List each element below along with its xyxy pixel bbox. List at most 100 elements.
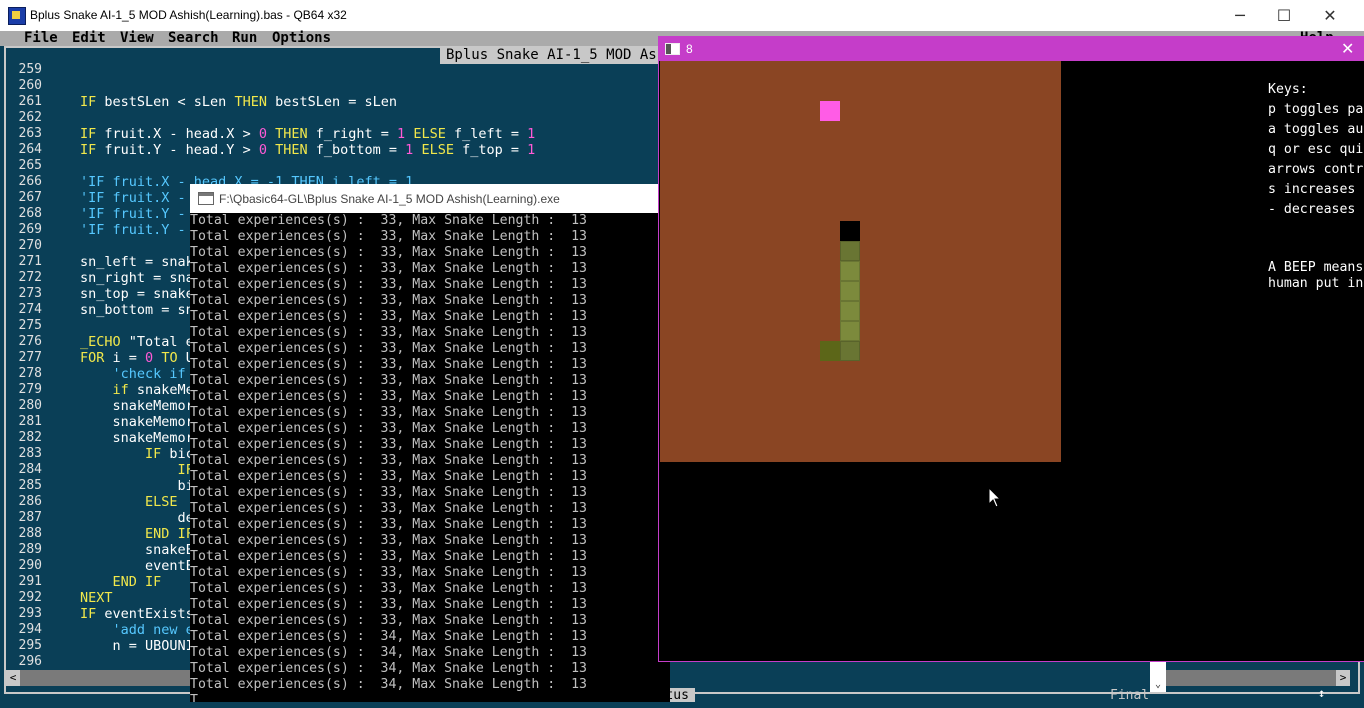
line-number: 275 (18, 318, 42, 333)
snake-head (840, 221, 860, 241)
console-line: Total experiences(s) : 34, Max Snake Len… (190, 661, 587, 676)
console-line: Total experiences(s) : 33, Max Snake Len… (190, 309, 587, 324)
horizontal-scrollbar-right[interactable]: > (1160, 670, 1350, 686)
qb64-titlebar: Bplus Snake AI-1_5 MOD Ashish(Learning).… (0, 0, 1364, 31)
menu-view[interactable]: View (120, 31, 154, 46)
console-title: F:\Qbasic64-GL\Bplus Snake AI-1_5 MOD As… (219, 192, 560, 206)
console-line: Total experiences(s) : 33, Max Snake Len… (190, 613, 587, 628)
line-number: 295 (18, 638, 42, 653)
close-button[interactable]: ✕ (1307, 0, 1353, 31)
console-line: Total experiences(s) : 33, Max Snake Len… (190, 341, 587, 356)
console-line: Total experiences(s) : 33, Max Snake Len… (190, 501, 587, 516)
line-number: 271 (18, 254, 42, 269)
line-number: 259 (18, 62, 42, 77)
console-line: Total experiences(s) : 33, Max Snake Len… (190, 357, 587, 372)
line-number: 273 (18, 286, 42, 301)
menu-search[interactable]: Search (168, 31, 219, 46)
line-number: 278 (18, 366, 42, 381)
line-number: 265 (18, 158, 42, 173)
line-number: 292 (18, 590, 42, 605)
line-number: 294 (18, 622, 42, 637)
line-number: 260 (18, 78, 42, 93)
game-titlebar: 8 ✕ (659, 36, 1364, 61)
game-window[interactable]: 8 ✕ Keys: p toggles pause a toggles auto… (658, 36, 1364, 662)
line-number: 286 (18, 494, 42, 509)
console-line: Total experiences(s) : 33, Max Snake Len… (190, 405, 587, 420)
console-line: Total experiences(s) : 33, Max Snake Len… (190, 533, 587, 548)
game-board[interactable] (660, 61, 1061, 462)
snake-segment (840, 261, 860, 281)
snake-tail (820, 341, 840, 361)
horizontal-scrollbar[interactable]: < (6, 670, 190, 686)
line-number: 285 (18, 478, 42, 493)
game-title: 8 (686, 42, 693, 56)
console-line: Total experiences(s) : 33, Max Snake Len… (190, 485, 587, 500)
snake-segment (840, 301, 860, 321)
menu-file[interactable]: File (24, 31, 58, 46)
console-line: Total experiences(s) : 33, Max Snake Len… (190, 437, 587, 452)
code-line[interactable]: IF fruit.X - head.X > 0 THEN f_right = 1… (80, 126, 535, 142)
menu-options[interactable]: Options (272, 31, 331, 46)
snake-segment (840, 321, 860, 341)
console-line: Total experiences(s) : 33, Max Snake Len… (190, 389, 587, 404)
menu-run[interactable]: Run (232, 31, 257, 46)
console-line: Total experiences(s) : 33, Max Snake Len… (190, 261, 587, 276)
console-window[interactable]: F:\Qbasic64-GL\Bplus Snake AI-1_5 MOD As… (190, 184, 670, 702)
line-number: 269 (18, 222, 42, 237)
scroll-left-arrow-icon[interactable]: < (6, 670, 20, 686)
qb64-app-icon (8, 7, 26, 25)
code-line[interactable]: IF fruit.Y - head.Y > 0 THEN f_bottom = … (80, 142, 535, 158)
console-line: Total experiences(s) : 33, Max Snake Len… (190, 565, 587, 580)
console-line: Total experiences(s) : 33, Max Snake Len… (190, 517, 587, 532)
line-number: 288 (18, 526, 42, 541)
line-number: 296 (18, 654, 42, 669)
console-line: Total experiences(s) : 33, Max Snake Len… (190, 581, 587, 596)
line-number: 263 (18, 126, 42, 141)
game-app-icon (665, 43, 680, 55)
console-line: Total experiences(s) : 33, Max Snake Len… (190, 373, 587, 388)
console-titlebar: F:\Qbasic64-GL\Bplus Snake AI-1_5 MOD As… (190, 184, 670, 213)
snake-segment (840, 281, 860, 301)
maximize-button[interactable]: ☐ (1261, 0, 1307, 31)
mouse-pointer-icon (988, 487, 1002, 508)
line-number: 264 (18, 142, 42, 157)
fruit (820, 101, 840, 121)
line-number: 284 (18, 462, 42, 477)
line-number: 276 (18, 334, 42, 349)
console-line: Total experiences(s) : 33, Max Snake Len… (190, 453, 587, 468)
code-line[interactable] (80, 62, 535, 78)
line-number: 274 (18, 302, 42, 317)
console-line: Total experiences(s) : 33, Max Snake Len… (190, 469, 587, 484)
line-number: 293 (18, 606, 42, 621)
snake-segment (840, 341, 860, 361)
code-line[interactable] (80, 78, 535, 94)
minimize-button[interactable]: ─ (1217, 0, 1263, 31)
line-number: 262 (18, 110, 42, 125)
keys-help-text: Keys: p toggles pause a toggles auto q o… (1268, 82, 1364, 217)
line-number: 287 (18, 510, 42, 525)
code-line[interactable] (80, 158, 535, 174)
line-number: 281 (18, 414, 42, 429)
menu-edit[interactable]: Edit (72, 31, 106, 46)
scroll-right-arrow-icon[interactable]: > (1336, 670, 1350, 686)
console-scroll-down-icon[interactable]: ⌄ (1150, 662, 1166, 692)
code-line[interactable]: IF bestSLen < sLen THEN bestSLen = sLen (80, 94, 535, 110)
line-number: 289 (18, 542, 42, 557)
console-line: Total experiences(s) : 34, Max Snake Len… (190, 629, 587, 644)
console-line: Total experiences(s) : 33, Max Snake Len… (190, 421, 587, 436)
code-line[interactable] (80, 110, 535, 126)
line-number: 291 (18, 574, 42, 589)
line-number: 268 (18, 206, 42, 221)
console-line: Total experiences(s) : 34, Max Snake Len… (190, 645, 587, 660)
console-line: Total experiences(s) : 33, Max Snake Len… (190, 597, 587, 612)
snake-segment (840, 241, 860, 261)
game-close-button[interactable]: ✕ (1341, 39, 1354, 58)
console-line: Total experiences(s) : 33, Max Snake Len… (190, 229, 587, 244)
scroll-position-icon[interactable]: ↕ (1318, 686, 1325, 700)
beep-note-text: A BEEP means human put in (1268, 260, 1364, 291)
line-number: 272 (18, 270, 42, 285)
console-cursor: T (190, 693, 198, 702)
console-line: Total experiences(s) : 33, Max Snake Len… (190, 213, 587, 228)
line-number-gutter: 259 260 261 262 263 264 265 266 267 268 269 270 271 2… (10, 62, 42, 670)
line-number: 270 (18, 238, 42, 253)
